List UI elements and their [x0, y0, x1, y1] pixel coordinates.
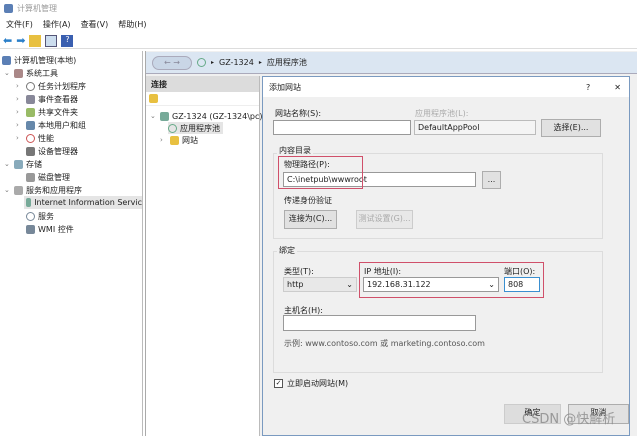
app-pool-label: 应用程序池(L):: [415, 109, 469, 118]
tree-local-users[interactable]: › 本地用户和组: [16, 119, 86, 131]
wmi-icon: [26, 224, 35, 234]
conn-sites[interactable]: › 网站: [160, 134, 198, 146]
tree-shared-folders[interactable]: › 共享文件夹: [16, 106, 78, 118]
server-icon: [160, 111, 169, 121]
type-label: 类型(T):: [284, 267, 314, 276]
chevron-right-icon[interactable]: ›: [16, 82, 23, 90]
menu-action[interactable]: 操作(A): [43, 19, 71, 30]
tree-iis[interactable]: Internet Information Servic: [24, 196, 142, 209]
connect-as-button[interactable]: 连接为(C)...: [284, 210, 337, 229]
app-pool-icon: [168, 123, 177, 133]
breadcrumb-app-pools[interactable]: 应用程序池: [267, 57, 307, 68]
chevron-right-icon[interactable]: ›: [16, 95, 23, 103]
tree-performance[interactable]: › 性能: [16, 132, 54, 144]
event-viewer-icon: [26, 94, 35, 104]
menu-help[interactable]: 帮助(H): [118, 19, 146, 30]
browse-button[interactable]: ...: [482, 171, 501, 189]
left-tree-panel: 计算机管理(本地) ⌄ 系统工具 › 任务计划程序 › 事件查看器 › 共享文件夹 › 本…: [0, 51, 143, 436]
menu-view[interactable]: 查看(V): [81, 19, 109, 30]
menu-file[interactable]: 文件(F): [6, 19, 33, 30]
dialog-title-bar: 添加网站 ? ✕: [263, 77, 629, 97]
back-forward-buttons[interactable]: ← →: [152, 55, 192, 70]
host-name-input[interactable]: [283, 315, 476, 331]
tree-event-viewer[interactable]: › 事件查看器: [16, 93, 78, 105]
app-pool-input: DefaultAppPool: [414, 120, 536, 135]
tree-wmi[interactable]: WMI 控件: [26, 223, 74, 235]
tree-disk-management[interactable]: 磁盘管理: [26, 171, 70, 183]
device-manager-icon: [26, 146, 35, 156]
chevron-down-icon[interactable]: ⌄: [150, 112, 157, 120]
content-dir-label: 内容目录: [277, 145, 313, 156]
dialog-title: 添加网站: [269, 82, 301, 92]
checkbox-checked-icon[interactable]: ✓: [274, 379, 283, 388]
disk-icon: [26, 172, 35, 182]
help-icon[interactable]: ?: [61, 34, 74, 47]
type-select[interactable]: http ⌄: [283, 277, 357, 292]
site-name-input[interactable]: [273, 120, 411, 135]
iis-icon: [26, 198, 32, 207]
clock-icon: [26, 81, 35, 91]
chevron-right-icon[interactable]: ›: [16, 121, 23, 129]
watermark: CSDN @快解析: [522, 412, 616, 427]
select-app-pool-button[interactable]: 选择(E)...: [541, 119, 601, 137]
performance-icon: [26, 133, 35, 143]
site-name-label: 网站名称(S):: [275, 109, 322, 118]
tree-storage[interactable]: ⌄ 存储: [4, 158, 42, 170]
new-connection-icon[interactable]: [149, 94, 158, 103]
back-arrow-icon[interactable]: ⬅: [3, 34, 12, 47]
services-icon: [26, 211, 35, 221]
tree-device-manager[interactable]: 设备管理器: [26, 145, 78, 157]
help-button[interactable]: ?: [586, 83, 590, 92]
window-title: 计算机管理: [17, 4, 57, 13]
title-bar: 计算机管理: [0, 0, 637, 17]
highlight-ip-port: [359, 262, 544, 298]
chevron-down-icon: ⌄: [346, 280, 353, 289]
chevron-right-icon[interactable]: ›: [160, 136, 167, 144]
server-globe-icon: [197, 58, 206, 67]
tree-task-scheduler[interactable]: › 任务计划程序: [16, 80, 86, 92]
chevron-right-icon[interactable]: ›: [16, 134, 23, 142]
services-apps-icon: [14, 185, 23, 195]
shared-folder-icon: [26, 107, 35, 117]
start-website-checkbox[interactable]: ✓ 立即启动网站(M): [274, 378, 348, 389]
menu-bar: 文件(F) 操作(A) 查看(V) 帮助(H): [0, 17, 147, 31]
pass-auth-label: 传递身份验证: [284, 196, 332, 205]
users-icon: [26, 120, 35, 130]
toolbar: ⬅ ➡ ?: [0, 33, 637, 49]
iis-address-bar: ← → ▸ GZ-1324 ▸ 应用程序池: [146, 52, 637, 74]
show-hide-tree-icon[interactable]: [45, 34, 58, 47]
up-folder-icon[interactable]: [29, 34, 42, 47]
conn-app-pools[interactable]: 应用程序池: [168, 122, 223, 134]
conn-server[interactable]: ⌄ GZ-1324 (GZ-1324\pc): [150, 110, 263, 122]
host-name-example: 示例: www.contoso.com 或 marketing.contoso.…: [284, 339, 485, 348]
storage-icon: [14, 159, 23, 169]
binding-label: 绑定: [277, 245, 297, 256]
tools-icon: [14, 68, 23, 78]
sites-folder-icon: [170, 135, 179, 145]
tree-root[interactable]: 计算机管理(本地): [2, 54, 76, 66]
chevron-down-icon[interactable]: ⌄: [4, 69, 11, 77]
add-website-dialog: 添加网站 ? ✕ 网站名称(S): 应用程序池(L): DefaultAppPoo…: [262, 76, 630, 436]
breadcrumb-server[interactable]: GZ-1324: [219, 58, 254, 67]
tree-system-tools[interactable]: ⌄ 系统工具: [4, 67, 58, 79]
connections-header: 连接: [146, 76, 259, 92]
forward-arrow-icon[interactable]: ➡: [16, 34, 25, 47]
highlight-physical-path: [278, 156, 363, 189]
chevron-down-icon[interactable]: ⌄: [4, 160, 11, 168]
chevron-down-icon[interactable]: ⌄: [4, 186, 11, 194]
close-button[interactable]: ✕: [614, 83, 621, 92]
tree-services-apps[interactable]: ⌄ 服务和应用程序: [4, 184, 82, 196]
chevron-right-icon[interactable]: ›: [16, 108, 23, 116]
test-settings-button: 测试设置(G)...: [356, 210, 413, 229]
computer-icon: [2, 55, 11, 65]
computer-management-icon: [4, 4, 13, 13]
connections-panel: 连接 ⌄ GZ-1324 (GZ-1324\pc) 应用程序池 › 网站: [146, 76, 263, 436]
tree-services[interactable]: 服务: [26, 210, 54, 222]
